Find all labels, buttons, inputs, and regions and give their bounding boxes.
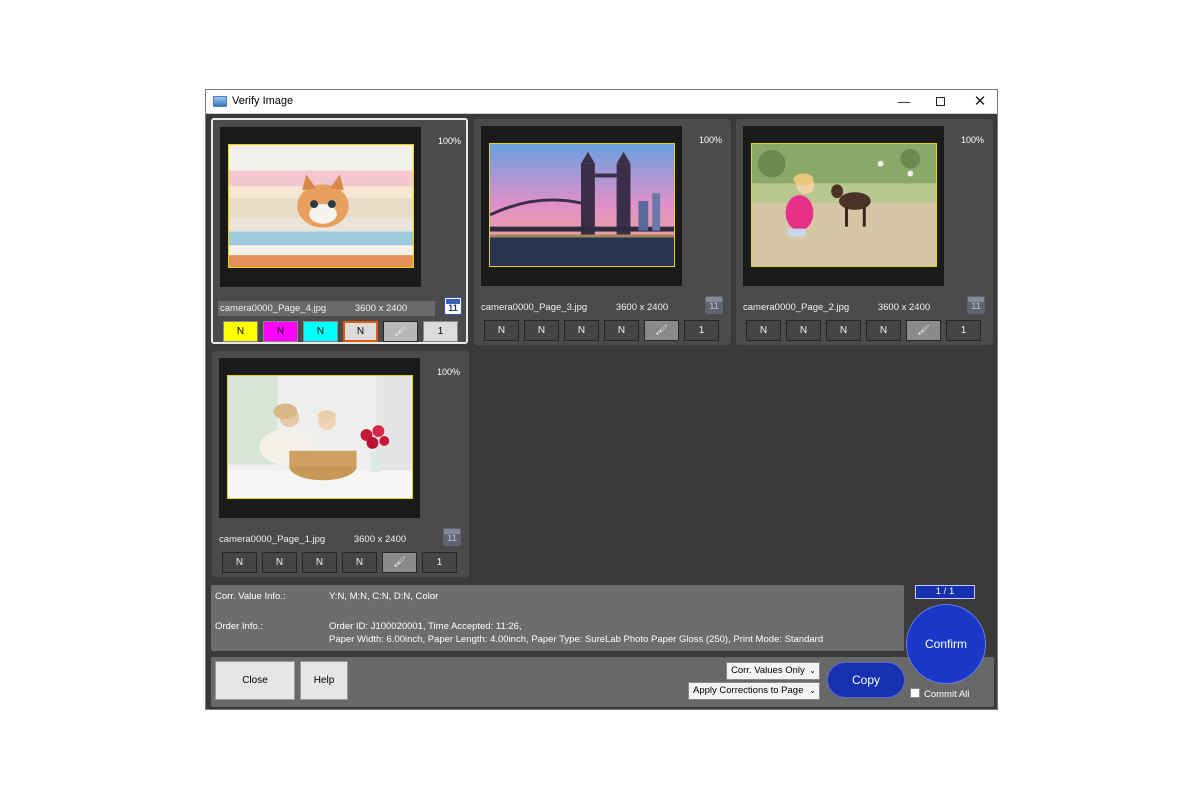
filename-label: camera0000_Page_3.jpg — [481, 302, 588, 313]
order-info-line1: Order ID: J100020001, Time Accepted: 11:… — [329, 621, 522, 632]
maximize-icon — [935, 97, 945, 106]
image-card-page-2[interactable]: 100% camera0000_Page_2.jpg 3600 x 2400 1… — [736, 119, 993, 345]
zoom-level: 100% — [698, 135, 722, 145]
magenta-correction-button[interactable]: N — [262, 552, 297, 573]
correction-buttons: N N N N 🖌 1 — [484, 320, 724, 341]
window-title: Verify Image — [232, 95, 294, 107]
thumbnail-frame: 100% — [219, 358, 460, 518]
dimensions-label: 3600 x 2400 — [877, 302, 931, 313]
corr-value-text: Y:N, M:N, C:N, D:N, Color — [329, 591, 439, 602]
copies-count-button[interactable]: 1 — [946, 320, 981, 341]
cyan-correction-button[interactable]: N — [302, 552, 337, 573]
corr-values-select[interactable]: Corr. Values Only ⌄ — [726, 662, 820, 680]
correction-buttons: N N N N 🖌 1 — [222, 552, 462, 573]
yellow-correction-button[interactable]: N — [746, 320, 781, 341]
page-indicator: 1 / 1 — [915, 585, 975, 599]
confirm-button[interactable]: Confirm — [906, 604, 986, 684]
zoom-level: 100% — [960, 135, 984, 145]
zoom-level: 100% — [437, 136, 461, 146]
copies-count-button[interactable]: 1 — [422, 552, 457, 573]
close-button[interactable]: Close — [215, 661, 295, 700]
thumbnail-image-kitten — [228, 144, 414, 268]
yellow-correction-button[interactable]: N — [223, 321, 258, 342]
copies-count-button[interactable]: 1 — [423, 321, 458, 342]
brush-icon[interactable]: 🖌 — [383, 321, 418, 342]
cyan-correction-button[interactable]: N — [564, 320, 599, 341]
apply-corrections-select[interactable]: Apply Corrections to Page ⌄ — [688, 682, 820, 700]
image-card-page-1[interactable]: 100% camera0000_Page_1.jpg 3600 x 2400 1… — [212, 351, 469, 577]
title-bar: Verify Image — ✕ — [206, 90, 997, 114]
brush-icon[interactable]: 🖌 — [382, 552, 417, 573]
copies-count-button[interactable]: 1 — [684, 320, 719, 341]
zoom-level: 100% — [436, 367, 460, 377]
cyan-correction-button[interactable]: N — [826, 320, 861, 341]
chevron-down-icon: ⌄ — [809, 686, 816, 695]
checkbox-box[interactable] — [910, 688, 920, 698]
bottom-toolbar: Close Help Corr. Values Only ⌄ Apply Corr… — [211, 657, 994, 707]
filename-label: camera0000_Page_1.jpg — [219, 534, 326, 545]
info-panel: Corr. Value Info.: Y:N, M:N, C:N, D:N, C… — [211, 585, 904, 651]
calendar-icon[interactable]: 11 — [444, 297, 462, 315]
calendar-icon[interactable]: 11 — [967, 296, 985, 314]
thumbnail-image-girl-goat — [751, 143, 937, 267]
order-info-line2: Paper Width: 6.00inch, Paper Length: 4.0… — [329, 634, 824, 645]
dimensions-label: 3600 x 2400 — [615, 302, 669, 313]
dimensions-label: 3600 x 2400 — [353, 534, 407, 545]
magenta-correction-button[interactable]: N — [786, 320, 821, 341]
density-correction-button[interactable]: N — [604, 320, 639, 341]
filename-label: camera0000_Page_2.jpg — [743, 302, 850, 313]
verify-image-window: Verify Image — ✕ 100% camera0000_Page_4.… — [205, 89, 998, 710]
dimensions-label: 3600 x 2400 — [327, 301, 435, 316]
minimize-button[interactable]: — — [886, 90, 922, 113]
filename-label: camera0000_Page_4.jpg — [218, 301, 328, 316]
density-correction-button[interactable]: N — [342, 552, 377, 573]
calendar-icon[interactable]: 11 — [443, 528, 461, 546]
maximize-button[interactable] — [922, 90, 958, 113]
brush-icon[interactable]: 🖌 — [906, 320, 941, 341]
thumbnail-frame: 100% — [220, 127, 461, 287]
copy-button[interactable]: Copy — [827, 662, 905, 698]
order-info-label: Order Info.: — [215, 621, 264, 632]
yellow-correction-button[interactable]: N — [484, 320, 519, 341]
magenta-correction-button[interactable]: N — [524, 320, 559, 341]
density-correction-button[interactable]: N — [343, 321, 378, 342]
thumbnail-frame: 100% — [481, 126, 722, 286]
magenta-correction-button[interactable]: N — [263, 321, 298, 342]
calendar-icon[interactable]: 11 — [705, 296, 723, 314]
chevron-down-icon: ⌄ — [809, 666, 816, 675]
thumbnail-image-children-basket — [227, 375, 413, 499]
thumbnail-frame: 100% — [743, 126, 984, 286]
corr-value-label: Corr. Value Info.: — [215, 591, 286, 602]
yellow-correction-button[interactable]: N — [222, 552, 257, 573]
density-correction-button[interactable]: N — [866, 320, 901, 341]
correction-buttons: N N N N 🖌 1 — [223, 321, 463, 342]
close-window-button[interactable]: ✕ — [962, 90, 998, 113]
cyan-correction-button[interactable]: N — [303, 321, 338, 342]
image-card-page-4[interactable]: 100% camera0000_Page_4.jpg 3600 x 2400 1… — [211, 118, 468, 344]
correction-buttons: N N N N 🖌 1 — [746, 320, 986, 341]
app-image-icon — [213, 96, 227, 107]
help-button[interactable]: Help — [300, 661, 348, 700]
brush-icon[interactable]: 🖌 — [644, 320, 679, 341]
thumbnail-image-tower-bridge — [489, 143, 675, 267]
commit-all-checkbox[interactable]: Commit All — [910, 688, 969, 700]
image-card-page-3[interactable]: 100% camera0000_Page_3.jpg 3600 x 2400 1… — [474, 119, 731, 345]
